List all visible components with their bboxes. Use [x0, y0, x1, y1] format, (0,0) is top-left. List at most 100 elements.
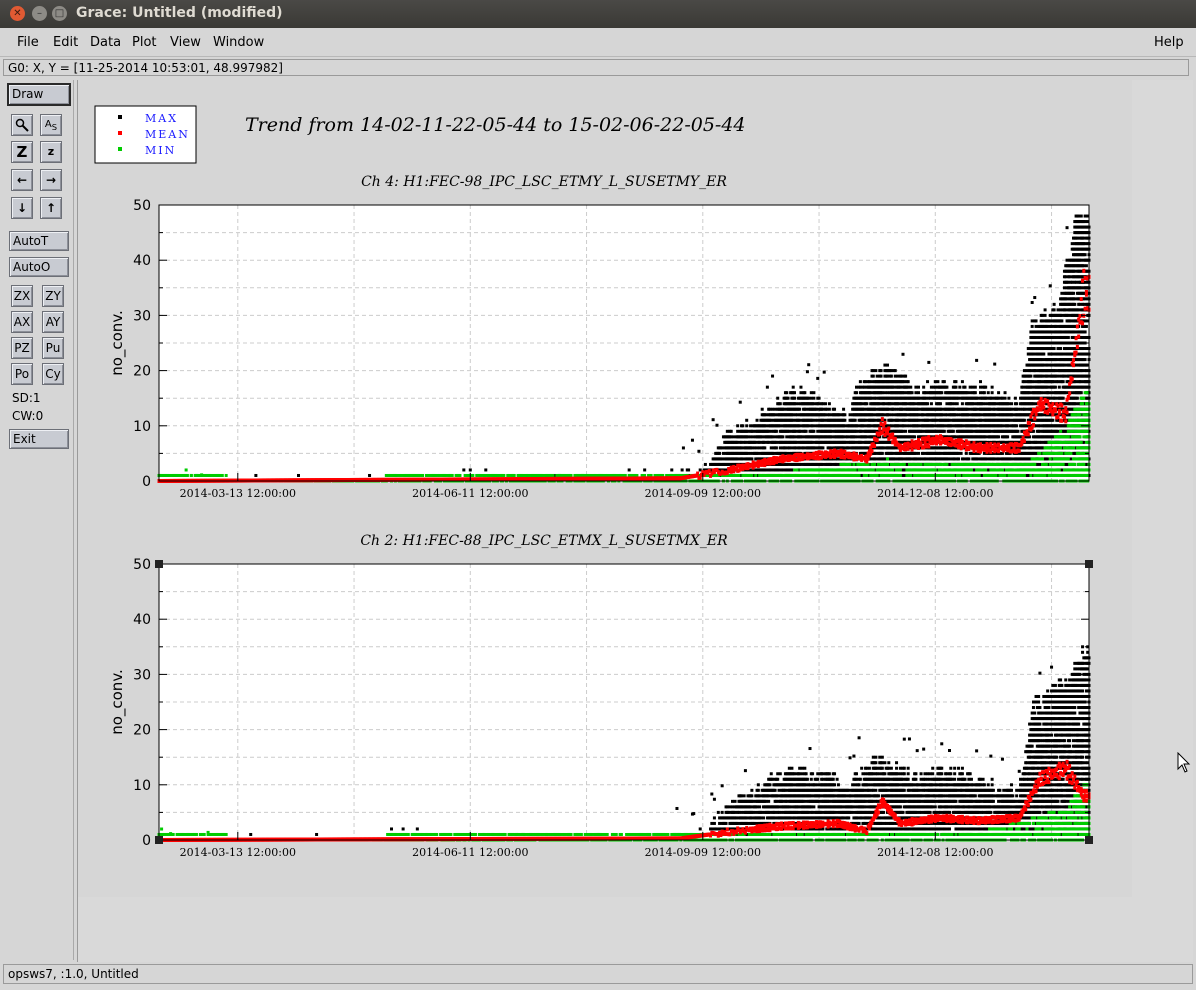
max-point: [1066, 335, 1070, 339]
max-point: [1031, 402, 1035, 406]
max-point: [853, 440, 857, 444]
max-point: [994, 402, 998, 406]
small-z-icon: z: [47, 145, 55, 158]
max-point: [871, 369, 875, 373]
max-point: [942, 429, 946, 433]
max-point: [1056, 380, 1060, 384]
draw-button[interactable]: Draw: [7, 83, 71, 106]
max-point: [1034, 324, 1038, 328]
menu-view[interactable]: View: [170, 35, 201, 50]
scroll-right-button[interactable]: →: [40, 169, 62, 191]
max-point: [802, 446, 806, 450]
max-point: [847, 446, 851, 450]
max-point: [979, 413, 982, 417]
max-point: [1043, 313, 1047, 317]
zoom-in-button[interactable]: Z: [11, 141, 33, 163]
scroll-down-button[interactable]: ↓: [11, 197, 33, 219]
ax-button[interactable]: AX: [11, 311, 33, 333]
maximize-icon[interactable]: □: [52, 6, 67, 21]
max-point: [1006, 435, 1010, 439]
menu-help[interactable]: Help: [1154, 35, 1184, 50]
pz-button[interactable]: PZ: [11, 337, 33, 359]
max-point: [1077, 214, 1081, 218]
max-point: [963, 385, 967, 389]
max-point: [1042, 363, 1046, 367]
autoo-button[interactable]: AutoO: [9, 257, 69, 277]
max-point: [807, 396, 811, 400]
max-point: [1055, 358, 1059, 362]
max-point: [975, 407, 979, 411]
max-point: [803, 391, 807, 395]
max-point: [297, 473, 300, 477]
max-point: [900, 374, 904, 378]
max-point: [736, 440, 740, 444]
graph-ch4[interactable]: 010203040502014-03-13 12:00:00 2014-06-11…: [108, 174, 1091, 500]
max-point: [1073, 269, 1077, 273]
max-point: [896, 374, 900, 378]
plot-svg[interactable]: MAXMEANMIN Trend from 14-02-11-22-05-44 …: [78, 80, 1132, 897]
max-point: [898, 385, 902, 389]
max-point: [933, 380, 937, 384]
max-point: [1052, 302, 1056, 306]
menu-edit[interactable]: Edit: [53, 35, 78, 50]
max-point: [845, 435, 849, 439]
max-point: [793, 396, 796, 400]
close-icon[interactable]: ✕: [10, 6, 25, 21]
max-point: [1062, 363, 1066, 367]
scroll-left-button[interactable]: ←: [11, 169, 33, 191]
max-point: [879, 369, 883, 373]
max-point: [892, 385, 896, 389]
autot-button[interactable]: AutoT: [9, 231, 69, 251]
max-point: [1007, 424, 1011, 428]
max-point: [736, 457, 740, 461]
max-point: [1000, 396, 1004, 400]
max-point: [718, 451, 722, 455]
max-point: [765, 385, 769, 389]
max-point: [1059, 347, 1063, 351]
zx-button[interactable]: ZX: [11, 285, 33, 307]
max-point: [993, 362, 997, 366]
max-point: [874, 451, 878, 455]
max-point: [816, 418, 820, 422]
max-point: [945, 446, 949, 450]
exit-button[interactable]: Exit: [9, 429, 69, 449]
menu-file[interactable]: File: [17, 35, 39, 50]
max-point: [1053, 396, 1057, 400]
menu-plot[interactable]: Plot: [132, 35, 157, 50]
max-point: [800, 435, 804, 439]
pu-button[interactable]: Pu: [42, 337, 64, 359]
max-point: [756, 451, 760, 455]
menu-window[interactable]: Window: [213, 35, 264, 50]
max-point: [897, 402, 901, 406]
max-point: [817, 402, 821, 406]
min-point: [176, 473, 180, 477]
max-point: [484, 468, 488, 472]
max-point: [703, 462, 707, 466]
autoscale-text-button[interactable]: AS: [40, 114, 62, 136]
window-titlebar: ✕ – □ Grace: Untitled (modified): [0, 0, 1196, 28]
max-point: [720, 457, 724, 461]
max-point: [997, 396, 1001, 400]
menu-data[interactable]: Data: [90, 35, 121, 50]
zy-button[interactable]: ZY: [42, 285, 64, 307]
min-point: [483, 473, 486, 477]
canvas-area[interactable]: MAX MEAN MIN Trend from 14-02-11-22-05-44 …: [77, 80, 1193, 962]
max-point: [1038, 429, 1042, 433]
zoom-out-button[interactable]: z: [40, 141, 62, 163]
ay-button[interactable]: AY: [42, 311, 64, 333]
max-point: [966, 407, 970, 411]
zoom-button[interactable]: [11, 114, 33, 136]
max-point: [822, 370, 826, 374]
po-button[interactable]: Po: [11, 363, 33, 385]
max-point: [966, 391, 970, 395]
max-point: [1035, 440, 1039, 444]
max-point: [967, 457, 971, 461]
scroll-up-button[interactable]: ↑: [40, 197, 62, 219]
max-point: [1083, 220, 1087, 224]
max-point: [957, 413, 961, 417]
minimize-icon[interactable]: –: [32, 6, 47, 21]
cy-button[interactable]: Cy: [42, 363, 64, 385]
max-point: [751, 435, 755, 439]
plot-page[interactable]: MAX MEAN MIN Trend from 14-02-11-22-05-44 …: [78, 80, 1132, 897]
max-point: [855, 391, 858, 395]
